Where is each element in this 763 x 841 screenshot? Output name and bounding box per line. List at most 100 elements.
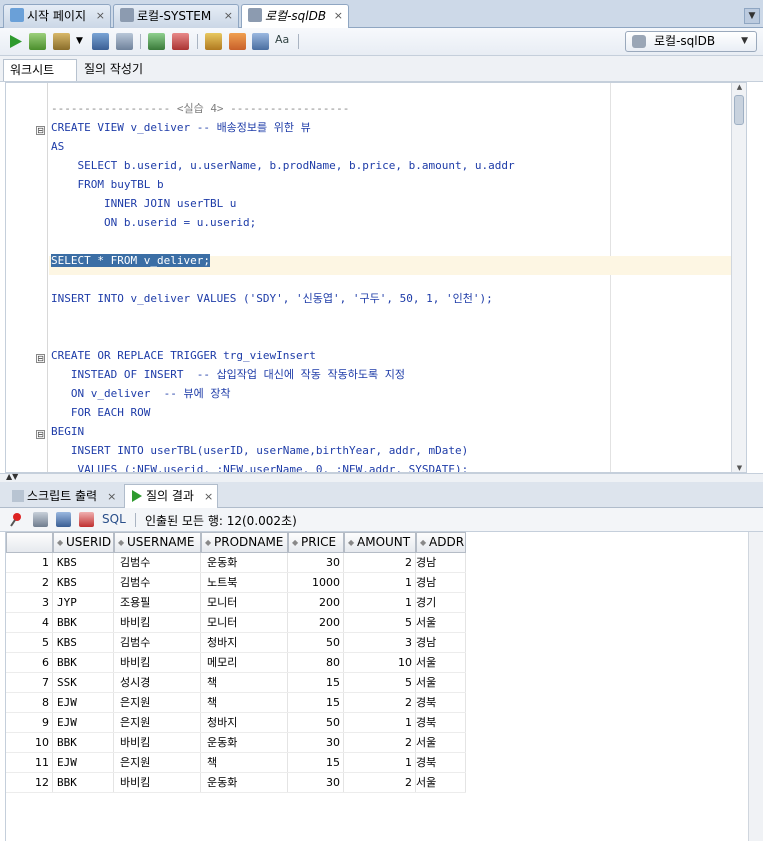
- cell-userid[interactable]: BBK: [57, 773, 114, 793]
- sql-editor[interactable]: ⊟ ⊟ ⊟ ------------------ <실습 4> --------…: [5, 82, 747, 473]
- tab-list-dropdown-icon[interactable]: ▼: [744, 8, 760, 24]
- commit-check-icon[interactable]: [148, 33, 165, 50]
- cell-addr[interactable]: 경남: [416, 573, 466, 593]
- column-header-price[interactable]: ◆ PRICE: [288, 532, 344, 553]
- cell-prodname[interactable]: 메모리: [207, 653, 288, 673]
- row-number[interactable]: 2: [6, 573, 53, 593]
- code-line[interactable]: VALUES (:NEW.userid, :NEW.userName, 0, :…: [51, 460, 468, 472]
- scroll-down-icon[interactable]: ▼: [734, 464, 745, 472]
- row-number[interactable]: 4: [6, 613, 53, 633]
- format-text-icon[interactable]: Aa: [275, 33, 292, 50]
- cell-addr[interactable]: 서울: [416, 673, 466, 693]
- run-statement-icon[interactable]: [7, 33, 24, 50]
- chevron-down-icon[interactable]: ▼: [76, 33, 93, 50]
- cell-username[interactable]: 바비킴: [120, 773, 201, 793]
- cell-prodname[interactable]: 책: [207, 673, 288, 693]
- tab-worksheet[interactable]: 워크시트: [3, 59, 77, 81]
- cell-price[interactable]: 30: [288, 553, 344, 573]
- cell-amount[interactable]: 5: [344, 673, 416, 693]
- cancel-query-icon[interactable]: [79, 512, 94, 527]
- row-number[interactable]: 3: [6, 593, 53, 613]
- cell-amount[interactable]: 2: [344, 693, 416, 713]
- run-script-icon[interactable]: [29, 33, 46, 50]
- cell-username[interactable]: 바비킴: [120, 613, 201, 633]
- panel-splitter[interactable]: ▲▼: [0, 472, 763, 482]
- fold-collapse-icon[interactable]: ⊟: [36, 354, 45, 363]
- cell-prodname[interactable]: 운동화: [207, 553, 288, 573]
- rollback-icon[interactable]: [172, 33, 189, 50]
- cell-userid[interactable]: BBK: [57, 613, 114, 633]
- tab-script-output[interactable]: 스크립트 출력 ×: [5, 484, 117, 508]
- cell-userid[interactable]: BBK: [57, 653, 114, 673]
- close-icon[interactable]: ×: [107, 490, 116, 503]
- fold-collapse-icon[interactable]: ⊟: [36, 430, 45, 439]
- cell-addr[interactable]: 경북: [416, 753, 466, 773]
- cell-prodname[interactable]: 모니터: [207, 613, 288, 633]
- cell-userid[interactable]: EJW: [57, 753, 114, 773]
- clear-icon[interactable]: [205, 33, 222, 50]
- sort-icon[interactable]: ◆: [118, 533, 124, 552]
- cell-prodname[interactable]: 책: [207, 693, 288, 713]
- code-line[interactable]: INSERT INTO userTBL(userID, userName,bir…: [51, 441, 468, 460]
- cell-addr[interactable]: 경기: [416, 593, 466, 613]
- cell-addr[interactable]: 경남: [416, 553, 466, 573]
- cell-username[interactable]: 바비킴: [120, 653, 201, 673]
- sql-link[interactable]: SQL: [102, 512, 126, 526]
- cell-username[interactable]: 바비킴: [120, 733, 201, 753]
- cell-price[interactable]: 200: [288, 593, 344, 613]
- history-icon[interactable]: [252, 33, 269, 50]
- column-header-prodname[interactable]: ◆ PRODNAME: [201, 532, 288, 553]
- code-line[interactable]: INSERT INTO v_deliver VALUES ('SDY', '신동…: [51, 289, 493, 308]
- cell-userid[interactable]: EJW: [57, 693, 114, 713]
- cell-amount[interactable]: 2: [344, 773, 416, 793]
- sort-icon[interactable]: ◆: [205, 533, 211, 552]
- column-header-amount[interactable]: ◆ AMOUNT: [344, 532, 416, 553]
- cell-prodname[interactable]: 청바지: [207, 633, 288, 653]
- tab-start-page[interactable]: 시작 페이지 ×: [3, 4, 111, 28]
- cell-addr[interactable]: 경북: [416, 713, 466, 733]
- code-line[interactable]: ------------------ <실습 4> --------------…: [51, 99, 349, 118]
- connection-selector[interactable]: 로컬-sqlDB ▼: [625, 31, 757, 52]
- cell-userid[interactable]: KBS: [57, 573, 114, 593]
- cell-amount[interactable]: 1: [344, 753, 416, 773]
- code-line[interactable]: CREATE OR REPLACE TRIGGER trg_viewInsert: [51, 346, 316, 365]
- cell-addr[interactable]: 경북: [416, 693, 466, 713]
- tab-query-builder[interactable]: 질의 작성기: [78, 59, 149, 81]
- cell-price[interactable]: 15: [288, 673, 344, 693]
- cell-price[interactable]: 200: [288, 613, 344, 633]
- cell-amount[interactable]: 10: [344, 653, 416, 673]
- refresh-icon[interactable]: [56, 512, 71, 527]
- cell-amount[interactable]: 2: [344, 733, 416, 753]
- cell-userid[interactable]: KBS: [57, 553, 114, 573]
- cell-amount[interactable]: 1: [344, 713, 416, 733]
- fold-collapse-icon[interactable]: ⊟: [36, 126, 45, 135]
- explain-plan-icon[interactable]: [92, 33, 109, 50]
- row-number[interactable]: 1: [6, 553, 53, 573]
- cell-username[interactable]: 김범수: [120, 573, 201, 593]
- cell-prodname[interactable]: 책: [207, 753, 288, 773]
- cell-price[interactable]: 15: [288, 693, 344, 713]
- cell-userid[interactable]: EJW: [57, 713, 114, 733]
- cell-prodname[interactable]: 모니터: [207, 593, 288, 613]
- row-number[interactable]: 11: [6, 753, 53, 773]
- sort-icon[interactable]: ◆: [420, 533, 426, 552]
- row-number[interactable]: 8: [6, 693, 53, 713]
- cell-prodname[interactable]: 운동화: [207, 733, 288, 753]
- cell-addr[interactable]: 경남: [416, 633, 466, 653]
- cell-price[interactable]: 50: [288, 713, 344, 733]
- cell-addr[interactable]: 서울: [416, 653, 466, 673]
- cell-amount[interactable]: 2: [344, 553, 416, 573]
- cell-username[interactable]: 성시경: [120, 673, 201, 693]
- row-number[interactable]: 7: [6, 673, 53, 693]
- column-header-username[interactable]: ◆ USERNAME: [114, 532, 201, 553]
- code-line[interactable]: ON v_deliver -- 뷰에 장착: [51, 384, 231, 403]
- cell-addr[interactable]: 서울: [416, 733, 466, 753]
- sort-icon[interactable]: ◆: [57, 533, 63, 552]
- cell-userid[interactable]: SSK: [57, 673, 114, 693]
- cell-price[interactable]: 15: [288, 753, 344, 773]
- eraser-icon[interactable]: [229, 33, 246, 50]
- cell-addr[interactable]: 서울: [416, 773, 466, 793]
- cell-amount[interactable]: 5: [344, 613, 416, 633]
- autotrace-icon[interactable]: [116, 33, 133, 50]
- cell-username[interactable]: 조용필: [120, 593, 201, 613]
